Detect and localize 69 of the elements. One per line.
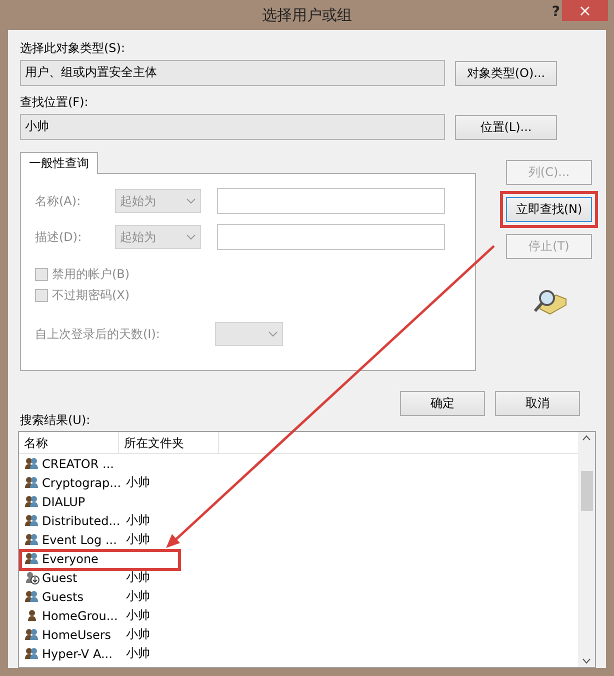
folder-cell-text: 小帅 [126, 588, 151, 605]
dropdown-caret-icon [186, 198, 196, 204]
folder-cell-text: 小帅 [126, 607, 151, 624]
user-group-icon [24, 456, 40, 471]
field-label: 名称(A): [35, 192, 82, 210]
name-cell-text: HomeGrou... [42, 608, 119, 622]
user-group-icon [24, 494, 40, 509]
location-field: 小帅 [20, 114, 445, 140]
object-types-button[interactable]: 对象类型(O)... [455, 60, 557, 86]
result-row[interactable]: HomeUsers 小帅 [19, 625, 578, 644]
results-label: 搜索结果(U): [20, 412, 92, 429]
name-cell-text: Guests [42, 590, 84, 604]
folder-cell-text: 小帅 [126, 569, 151, 586]
user-group-icon [24, 475, 40, 490]
name-cell-text: Distributed... [42, 514, 122, 528]
checkbox-label: 禁用的帐户(B) [52, 266, 130, 283]
help-button[interactable]: ? [548, 4, 564, 20]
folder-cell-text: 小帅 [126, 531, 151, 548]
locations-button[interactable]: 位置(L)... [455, 114, 557, 140]
window-title: 选择用户或组 [262, 6, 352, 24]
column-header[interactable]: 所在文件夹 [119, 432, 219, 453]
name-cell-text: HomeUsers [42, 628, 112, 642]
name-cell-text: Event Log ... [42, 532, 118, 546]
name-cell-text: Everyone [42, 552, 100, 566]
folder-cell-text: 小帅 [126, 626, 151, 643]
user-group-icon [24, 532, 40, 547]
folder-cell-text: 小帅 [126, 474, 151, 491]
folder-cell-text: 小帅 [126, 512, 151, 529]
days-label: 自上次登录后的天数(I): [35, 326, 161, 342]
user-group-icon [24, 551, 40, 566]
name-cell-text: CREATOR ... [42, 456, 115, 470]
name-cell-text: Hyper-V A... [42, 646, 114, 660]
result-row[interactable]: Distributed... 小帅 [19, 511, 578, 530]
name-cell-text: DIALUP [42, 494, 86, 508]
result-row[interactable]: DIALUP [19, 492, 578, 511]
user-group-icon [24, 646, 40, 661]
name-cell-text: Cryptograp... [42, 476, 122, 490]
result-row[interactable]: Guest 小帅 [19, 568, 578, 587]
object-type-label: 选择此对象类型(S): [20, 40, 126, 57]
guest-user-icon [24, 570, 40, 585]
result-row[interactable]: Guests 小帅 [19, 587, 578, 606]
user-group-icon [24, 627, 40, 642]
location-label: 查找位置(F): [20, 94, 90, 111]
dialog-button[interactable]: 确定 [400, 391, 485, 416]
checkbox-label: 不过期密码(X) [52, 287, 130, 304]
close-button[interactable]: × [562, 0, 608, 21]
folder-cell-text: 小帅 [126, 645, 151, 662]
scroll-thumb[interactable] [580, 471, 592, 511]
scroll-up-icon[interactable] [582, 435, 591, 441]
name-cell-text: Guest [42, 570, 78, 584]
user-group-icon [24, 589, 40, 604]
search-magnifier-icon [532, 287, 568, 315]
result-row[interactable]: Event Log ... 小帅 [19, 530, 578, 549]
column-header[interactable]: 名称 [19, 432, 119, 453]
result-row[interactable]: CREATOR ... [19, 454, 578, 473]
result-row[interactable]: HomeGrou... 小帅 [19, 606, 578, 625]
result-row[interactable]: Hyper-V A... 小帅 [19, 644, 578, 663]
result-row[interactable]: Everyone [19, 549, 578, 568]
field-label: 描述(D): [35, 228, 83, 246]
dialog-button[interactable]: 取消 [495, 391, 580, 416]
scrollbar[interactable] [578, 432, 595, 667]
side-button[interactable]: 立即查找(N) [506, 197, 592, 222]
dropdown-caret-icon [268, 331, 278, 337]
object-type-field: 用户、组或内置安全主体 [20, 60, 445, 86]
scroll-down-icon[interactable] [582, 658, 591, 664]
tab[interactable]: 一般性查询 [20, 152, 98, 174]
user-group-icon [24, 513, 40, 528]
result-row[interactable]: Cryptograp... 小帅 [19, 473, 578, 492]
dropdown-caret-icon [186, 234, 196, 240]
